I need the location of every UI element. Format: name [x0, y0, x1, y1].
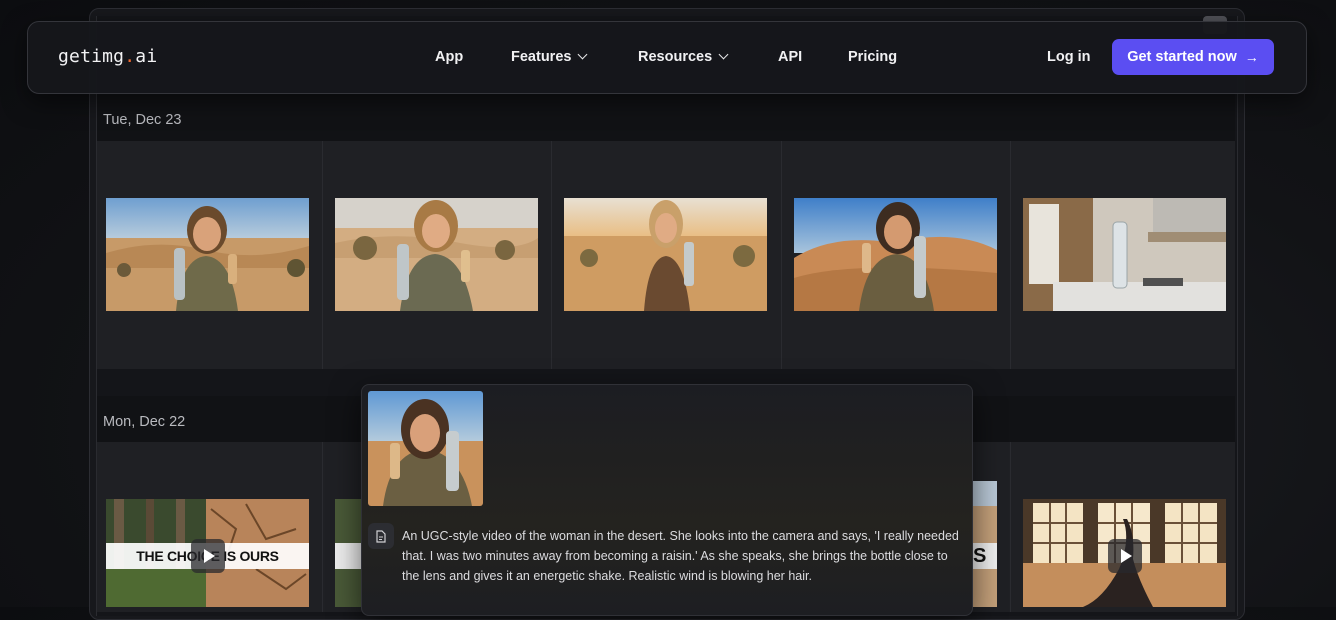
generated-video-thumbnail[interactable] — [1023, 499, 1226, 607]
prompt-document-icon — [368, 523, 394, 549]
cell-divider — [322, 141, 323, 369]
top-navigation-bar: getimg.ai App Features Resources API Pri… — [27, 21, 1307, 94]
date-header-band — [97, 94, 1235, 142]
generated-image-thumbnail[interactable] — [106, 198, 309, 311]
date-label: Tue, Dec 23 — [103, 112, 182, 128]
cell-divider — [551, 141, 552, 369]
chevron-down-icon — [578, 49, 588, 60]
play-icon[interactable] — [191, 539, 225, 573]
play-icon[interactable] — [1108, 539, 1142, 573]
nav-link-label: Resources — [638, 49, 713, 65]
nav-link-resources[interactable]: Resources — [638, 49, 729, 65]
nav-link-features[interactable]: Features — [511, 49, 588, 65]
arrow-right-icon: → — [1244, 49, 1259, 65]
cell-divider — [1010, 141, 1011, 369]
source-image-preview — [368, 391, 483, 506]
prompt-preview-popup: An UGC-style video of the woman in the d… — [361, 384, 973, 616]
nav-link-api[interactable]: API — [778, 49, 802, 65]
get-started-label: Get started now — [1127, 49, 1237, 65]
nav-link-label: Features — [511, 49, 572, 65]
cell-divider — [781, 141, 782, 369]
prompt-text: An UGC-style video of the woman in the d… — [402, 529, 959, 583]
generated-video-thumbnail[interactable]: THE CHOICE IS OURS — [106, 499, 309, 607]
video-caption-text: S — [973, 545, 987, 567]
login-link[interactable]: Log in — [1047, 49, 1091, 65]
get-started-button[interactable]: Get started now → — [1112, 39, 1274, 75]
nav-link-app[interactable]: App — [435, 49, 463, 65]
date-label: Mon, Dec 22 — [103, 414, 186, 430]
generated-image-thumbnail[interactable] — [794, 198, 997, 311]
cell-divider — [322, 442, 323, 612]
generated-image-thumbnail[interactable] — [335, 198, 538, 311]
cell-divider — [1010, 442, 1011, 612]
generated-image-thumbnail[interactable] — [1023, 198, 1226, 311]
nav-link-pricing[interactable]: Pricing — [848, 49, 897, 65]
generated-image-thumbnail[interactable] — [564, 198, 767, 311]
chevron-down-icon — [718, 49, 729, 60]
